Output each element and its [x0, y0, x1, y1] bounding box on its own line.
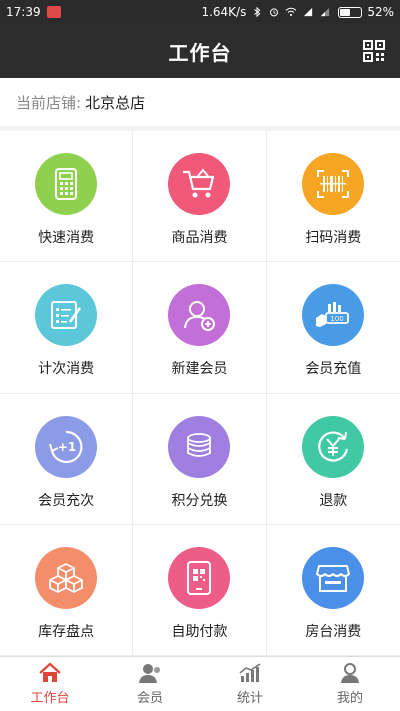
home-icon [39, 662, 61, 682]
bluetooth-icon [254, 7, 261, 17]
grid-item-self-pay[interactable]: 自助付款 [133, 524, 267, 656]
tab-label: 我的 [336, 691, 363, 706]
store-name: 北京总店 [85, 93, 146, 112]
grid-item-room-table[interactable]: 房台消费 [266, 525, 400, 656]
grid-item-circle [35, 153, 98, 215]
grid-item-label: 自助付款 [171, 623, 228, 640]
grid-item-label: 计次消费 [38, 361, 95, 378]
grid-item-refund[interactable]: 退款 [266, 394, 400, 525]
barcode-scan-icon [317, 170, 350, 198]
grid-item-label: 库存盘点 [38, 623, 95, 640]
app-header: 工作台 [0, 24, 400, 78]
tab-member[interactable]: 会员 [100, 657, 200, 711]
tab-workbench[interactable]: 工作台 [0, 657, 100, 711]
phone-qr-icon [187, 560, 212, 595]
grid-item-label: 房台消费 [305, 623, 362, 640]
grid-item-label: 扫码消费 [305, 230, 362, 246]
grid-item-product-consume[interactable]: 商品消费 [133, 131, 267, 263]
boxes-icon [49, 562, 84, 593]
stats-icon [239, 663, 261, 682]
store-label: 当前店铺: [16, 93, 82, 112]
profile-icon [341, 663, 359, 683]
battery-level [340, 8, 351, 16]
calculator-icon [55, 168, 78, 200]
tab-label: 统计 [236, 691, 263, 706]
shopping-cart-icon [183, 168, 215, 198]
battery-percent: 52% [367, 5, 394, 19]
status-bar: 17:39 1.64K/s 52% [0, 0, 400, 24]
current-store-bar[interactable]: 当前店铺: 北京总店 [0, 78, 400, 126]
grid-item-quick-consume[interactable]: 快速消费 [0, 131, 134, 263]
grid-item-label: 积分兑换 [171, 492, 228, 509]
wifi-icon [285, 7, 297, 16]
qr-scan-icon[interactable] [362, 39, 386, 63]
card-recharge-icon: 100 [316, 302, 350, 328]
grid-item-label: 会员充值 [305, 361, 362, 378]
tab-label: 工作台 [30, 691, 70, 706]
refund-yuan-icon [318, 431, 349, 462]
grid-item-circle [302, 153, 365, 215]
grid-item-circle [168, 415, 231, 478]
status-time: 17:39 [6, 5, 41, 19]
svg-text:100: 100 [331, 315, 344, 323]
network-speed: 1.64K/s [201, 5, 247, 19]
grid-item-circle: +1 [35, 415, 98, 478]
coins-icon [187, 432, 212, 457]
grid-item-circle [168, 546, 231, 609]
grid-item-circle [168, 153, 231, 215]
grid-item-circle [35, 546, 98, 609]
grid-item-circle [302, 415, 365, 478]
tab-label: 会员 [136, 691, 163, 706]
tab-mine[interactable]: 我的 [300, 657, 400, 711]
battery-icon [338, 6, 363, 18]
alarm-icon [270, 8, 279, 17]
grid-item-label: 退款 [319, 492, 348, 509]
tab-stats[interactable]: 统计 [200, 657, 300, 711]
grid-item-circle [302, 546, 365, 609]
grid-item-member-times[interactable]: +1 会员充次 [0, 393, 134, 525]
grid-item-label: 会员充次 [38, 492, 95, 509]
page-title: 工作台 [168, 40, 232, 65]
storefront-icon [316, 564, 351, 592]
function-grid: 快速消费 商品消费 扫码消费 计次消费 新建会员 100 会员充值 +1 会员充… [0, 131, 400, 656]
grid-item-points-exchange[interactable]: 积分兑换 [133, 393, 267, 525]
signal-icon-2 [321, 7, 330, 17]
status-right: 1.64K/s 52% [201, 5, 394, 19]
signal-icon-1 [304, 7, 313, 17]
grid-item-scan-consume[interactable]: 扫码消费 [266, 131, 400, 263]
grid-item-count-consume[interactable]: 计次消费 [0, 262, 134, 394]
grid-item-circle [35, 284, 98, 347]
bottom-tab-bar: 工作台 会员 统计 我的 [0, 656, 400, 711]
grid-item-label: 快速消费 [38, 230, 95, 246]
app-notification-icon [46, 6, 61, 18]
checklist-icon [51, 301, 82, 330]
grid-item-member-recharge[interactable]: 100 会员充值 [266, 262, 400, 394]
grid-item-label: 商品消费 [171, 230, 228, 246]
grid-item-circle: 100 [302, 284, 365, 347]
plus-one-icon: +1 [49, 430, 83, 463]
add-user-icon [184, 301, 216, 332]
member-icon [139, 664, 160, 683]
svg-text:+1: +1 [58, 440, 76, 454]
grid-item-circle [168, 284, 231, 347]
grid-item-label: 新建会员 [171, 361, 228, 378]
grid-item-inventory[interactable]: 库存盘点 [0, 524, 134, 656]
grid-item-new-member[interactable]: 新建会员 [133, 262, 267, 394]
